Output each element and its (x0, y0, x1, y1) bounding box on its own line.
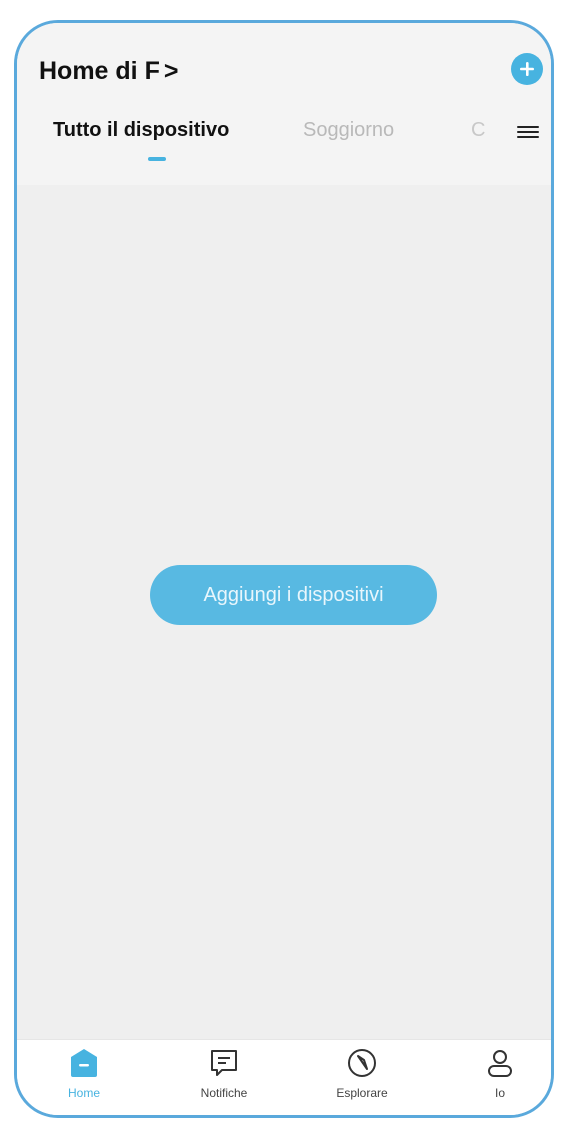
bottom-nav: Home Notifiche Esplorare Io (17, 1039, 551, 1115)
add-devices-button[interactable]: Aggiungi i dispositivi (150, 565, 437, 625)
nav-label-notifiche: Notifiche (200, 1086, 248, 1100)
add-device-button[interactable] (511, 53, 543, 85)
tab-soggiorno[interactable]: Soggiorno (303, 119, 394, 142)
compass-icon (345, 1046, 379, 1080)
room-tabs: Tutto il dispositivo Soggiorno C (17, 119, 551, 169)
nav-label-home: Home (67, 1086, 100, 1100)
active-tab-indicator (148, 157, 166, 161)
home-icon (67, 1046, 101, 1080)
nav-item-notifiche[interactable]: Notifiche (169, 1046, 279, 1100)
home-title-text: Home di F (39, 57, 160, 85)
message-icon (207, 1046, 241, 1080)
home-title[interactable]: Home di F > (39, 57, 178, 86)
tab-tutto-il-dispositivo[interactable]: Tutto il dispositivo (53, 119, 229, 142)
nav-item-home[interactable]: Home (29, 1046, 139, 1100)
phone-frame: Home di F > Tutto il dispositivo Soggior… (14, 20, 554, 1118)
nav-label-io: Io (494, 1086, 505, 1100)
user-icon (483, 1046, 517, 1080)
chevron-right-icon: > (163, 57, 179, 85)
nav-item-esplorare[interactable]: Esplorare (307, 1046, 417, 1100)
plus-circle-icon (520, 62, 534, 76)
top-area: Home di F > Tutto il dispositivo Soggior… (17, 23, 551, 185)
hamburger-menu-icon[interactable] (517, 123, 539, 141)
nav-label-esplorare: Esplorare (336, 1086, 388, 1100)
tab-partial[interactable]: C (471, 119, 485, 142)
nav-item-io[interactable]: Io (445, 1046, 551, 1100)
